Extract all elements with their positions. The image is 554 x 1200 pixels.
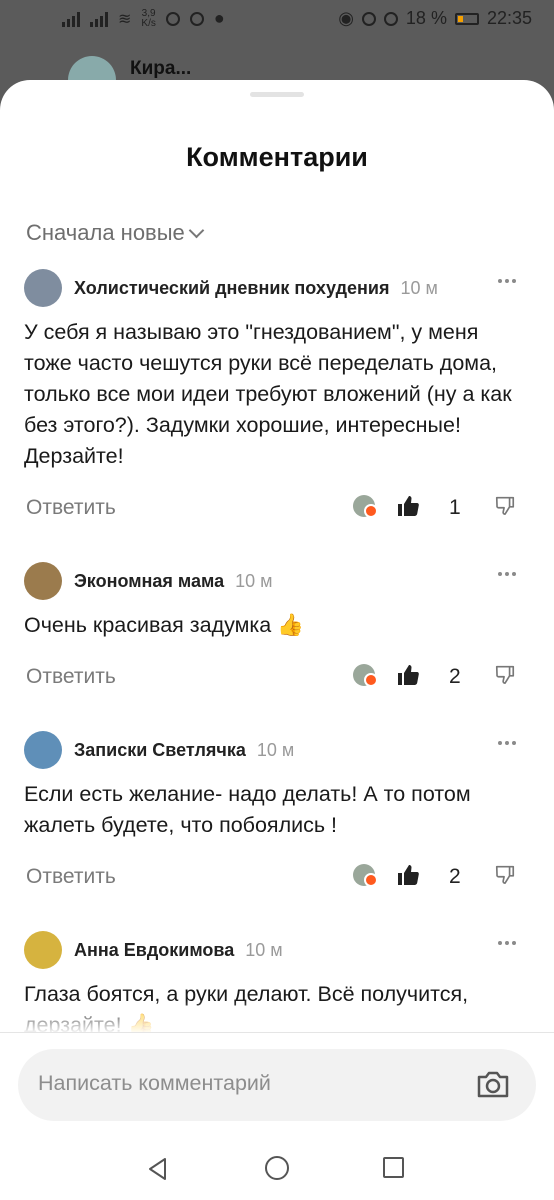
thumbs-down-icon[interactable] <box>494 863 516 885</box>
heart-icon <box>364 673 378 687</box>
viber-icon <box>189 11 204 26</box>
comment-text: У себя я называю это "гнездованием", у м… <box>24 320 512 468</box>
more-options-icon[interactable] <box>498 279 516 283</box>
thumbs-down-icon[interactable] <box>494 663 516 685</box>
post-author-name: Кира... <box>130 58 192 79</box>
comment-actions: Ответить 2 <box>0 658 554 698</box>
comment-header: Записки Светлячка 10 м <box>24 731 294 769</box>
app-notification-icon <box>165 11 180 26</box>
reaction-avatars[interactable] <box>353 664 378 687</box>
status-bar: ≋ 3,9 K/s ● ◉ 18 % 22:35 <box>0 0 554 44</box>
status-left: ≋ 3,9 K/s ● <box>62 8 225 29</box>
reaction-avatars[interactable] <box>353 864 378 887</box>
comment-text: Очень красивая задумка 👍 <box>24 613 304 637</box>
like-count: 2 <box>449 865 461 888</box>
avatar[interactable] <box>24 931 62 969</box>
comment-time: 10 м <box>400 277 438 298</box>
comment-actions: Ответить 2 <box>0 858 554 898</box>
sort-dropdown[interactable]: Сначала новые <box>26 220 205 246</box>
chat-icon: ● <box>213 8 225 28</box>
comment-time: 10 м <box>245 939 283 960</box>
comments-sheet: Комментарии Сначала новые Холистический … <box>0 80 554 1200</box>
reaction-avatars[interactable] <box>353 495 378 518</box>
scroll-fade <box>0 1000 554 1034</box>
thumbs-down-icon[interactable] <box>494 494 516 516</box>
alarm-icon <box>361 11 376 26</box>
heart-icon <box>364 504 378 518</box>
sort-label: Сначала новые <box>26 220 185 245</box>
speed-icon <box>383 11 398 26</box>
comment-header: Холистический дневник похудения 10 м <box>24 269 438 307</box>
home-icon[interactable] <box>265 1156 289 1180</box>
comment-input[interactable]: Написать комментарий <box>18 1049 536 1121</box>
battery-icon <box>454 12 479 25</box>
reply-button[interactable]: Ответить <box>26 865 116 889</box>
comment-author[interactable]: Записки Светлячка <box>74 740 246 761</box>
clock: 22:35 <box>486 8 532 28</box>
battery-percent: 18 % <box>405 8 447 28</box>
chevron-down-icon <box>188 222 205 238</box>
comment-time: 10 м <box>235 570 273 591</box>
thumbs-up-icon[interactable] <box>396 663 420 687</box>
signal-2-icon <box>90 11 108 27</box>
comment-actions: Ответить 1 <box>0 489 554 529</box>
camera-icon[interactable] <box>476 1069 510 1099</box>
comment-author[interactable]: Анна Евдокимова <box>74 940 234 961</box>
comment-author[interactable]: Холистический дневник похудения <box>74 278 390 299</box>
signal-icon <box>62 11 80 27</box>
thumbs-up-icon[interactable] <box>396 494 420 518</box>
wifi-icon: ≋ <box>118 10 132 28</box>
comment-input-placeholder: Написать комментарий <box>38 1071 271 1095</box>
comment-author[interactable]: Экономная мама <box>74 571 224 592</box>
like-count: 2 <box>449 665 461 688</box>
comment-text: Если есть желание- надо делать! А то пот… <box>24 782 471 837</box>
avatar[interactable] <box>24 731 62 769</box>
reply-button[interactable]: Ответить <box>26 665 116 689</box>
more-options-icon[interactable] <box>498 572 516 576</box>
speed-unit: K/s <box>141 17 156 29</box>
eye-icon: ◉ <box>338 8 354 28</box>
heart-icon <box>364 873 378 887</box>
comment-header: Анна Евдокимова 10 м <box>24 931 283 969</box>
comment-header: Экономная мама 10 м <box>24 562 273 600</box>
avatar[interactable] <box>24 562 62 600</box>
system-navigation-bar <box>0 1140 554 1200</box>
reply-button[interactable]: Ответить <box>26 496 116 520</box>
status-right: ◉ 18 % 22:35 <box>338 8 532 29</box>
back-icon[interactable] <box>145 1156 171 1182</box>
sheet-title: Комментарии <box>186 142 368 172</box>
avatar[interactable] <box>24 269 62 307</box>
like-count: 1 <box>449 496 461 519</box>
more-options-icon[interactable] <box>498 941 516 945</box>
thumbs-up-icon[interactable] <box>396 863 420 887</box>
more-options-icon[interactable] <box>498 741 516 745</box>
network-speed: 3,9 K/s <box>141 8 156 29</box>
drag-handle[interactable] <box>250 92 304 97</box>
recents-icon[interactable] <box>383 1157 404 1178</box>
comment-time: 10 м <box>256 739 295 760</box>
